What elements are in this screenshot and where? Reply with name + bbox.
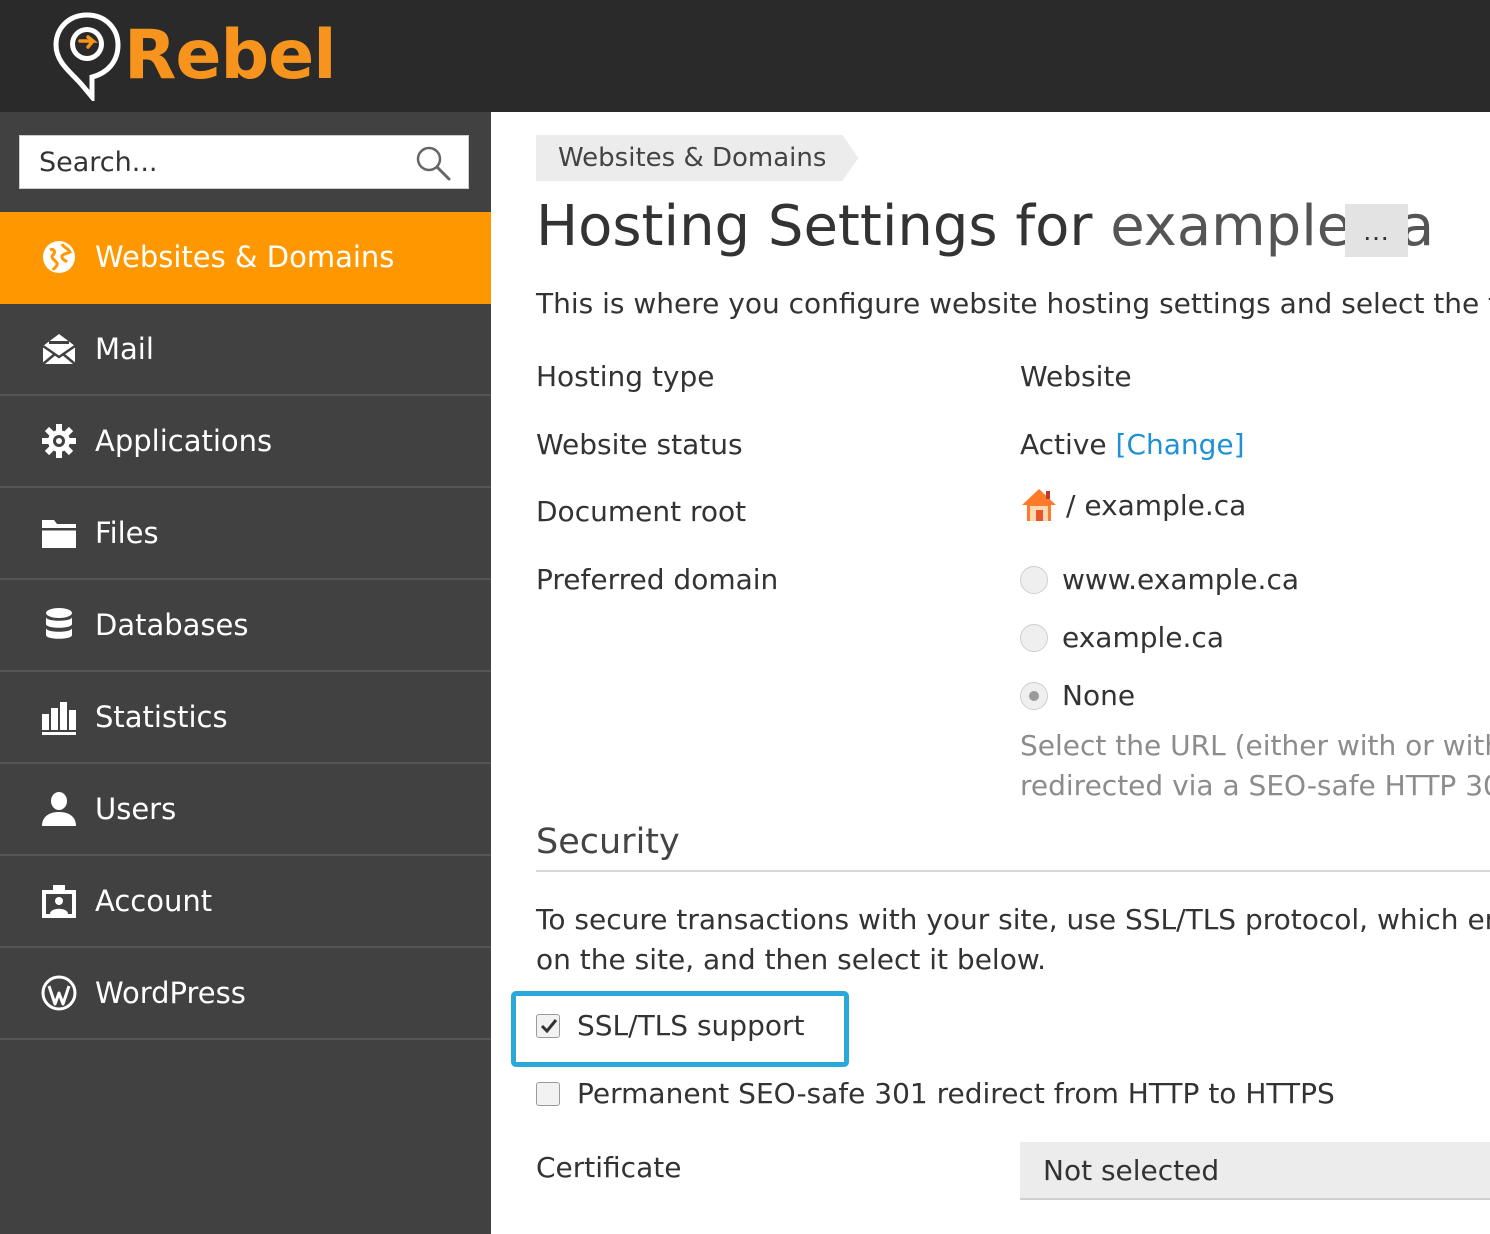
top-bar: Rebel (0, 0, 1490, 112)
radio-option-none[interactable]: None (1020, 679, 1135, 712)
bar-chart-icon (40, 698, 78, 736)
sidebar-item-account[interactable]: Account (0, 856, 491, 948)
wordpress-icon (40, 974, 78, 1012)
hosting-type-label: Hosting type (536, 360, 715, 393)
sidebar-item-label: Users (95, 792, 177, 826)
certificate-label: Certificate (536, 1151, 682, 1184)
document-root-path: / example.ca (1066, 488, 1247, 522)
description-line: To secure transactions with your site, u… (536, 903, 1490, 936)
ssl-support-checkbox[interactable] (536, 1013, 560, 1038)
sidebar-item-label: Applications (95, 424, 273, 458)
https-redirect-option[interactable]: Permanent SEO-safe 301 redirect from HTT… (536, 1077, 1335, 1110)
preferred-domain-label: Preferred domain (536, 563, 779, 596)
preferred-domain-hint: Select the URL (either with or witho red… (1020, 726, 1490, 806)
sidebar-item-users[interactable]: Users (0, 764, 491, 856)
ssl-support-option[interactable]: SSL/TLS support (536, 1009, 804, 1042)
sidebar-item-label: Databases (95, 608, 249, 642)
radio-button[interactable] (1020, 565, 1048, 594)
page-title: Hosting Settings for example.ca (536, 194, 1434, 259)
radio-option-www[interactable]: www.example.ca (1020, 563, 1299, 596)
sidebar-item-applications[interactable]: Applications (0, 396, 491, 488)
home-icon (1020, 486, 1058, 524)
more-actions-button[interactable]: ... (1345, 204, 1408, 257)
website-status-text: Active (1020, 428, 1107, 461)
account-icon (40, 882, 78, 920)
sidebar-item-label: Mail (95, 332, 154, 366)
radio-button[interactable] (1020, 681, 1048, 710)
https-redirect-checkbox[interactable] (536, 1081, 560, 1106)
security-description: To secure transactions with your site, u… (536, 900, 1490, 980)
search-icon[interactable] (414, 144, 452, 182)
breadcrumb[interactable]: Websites & Domains (536, 135, 858, 181)
sidebar-item-wordpress[interactable]: WordPress (0, 948, 491, 1040)
logo-pin-icon (52, 11, 122, 104)
globe-icon (40, 238, 78, 276)
change-status-link[interactable]: [Change] (1116, 428, 1245, 461)
sidebar-item-label: WordPress (95, 976, 246, 1010)
database-icon (40, 606, 78, 644)
radio-label: www.example.ca (1062, 563, 1300, 596)
ssl-support-label: SSL/TLS support (577, 1009, 805, 1042)
user-icon (40, 790, 78, 828)
search-box (19, 135, 469, 189)
sidebar-item-label: Account (95, 884, 213, 918)
brand-name: Rebel (124, 16, 337, 95)
sidebar-nav: Websites & Domains Mail Applications Fil… (0, 212, 491, 1040)
radio-label: example.ca (1062, 621, 1224, 654)
description-line: on the site, and then select it below. (536, 943, 1047, 976)
section-divider (536, 870, 1490, 872)
sidebar-item-label: Websites & Domains (95, 240, 395, 274)
brand-logo[interactable]: Rebel (52, 8, 337, 104)
security-section-title: Security (536, 822, 680, 862)
page-intro: This is where you configure website host… (536, 287, 1490, 320)
sidebar-item-label: Files (95, 516, 159, 550)
sidebar-item-mail[interactable]: Mail (0, 304, 491, 396)
sidebar: Websites & Domains Mail Applications Fil… (0, 112, 491, 1234)
sidebar-item-statistics[interactable]: Statistics (0, 672, 491, 764)
search-input[interactable] (20, 136, 410, 188)
mail-icon (40, 330, 78, 368)
radio-option-non-www[interactable]: example.ca (1020, 621, 1224, 654)
gear-icon (40, 422, 78, 460)
radio-label: None (1062, 679, 1136, 712)
sidebar-item-databases[interactable]: Databases (0, 580, 491, 672)
radio-button[interactable] (1020, 623, 1048, 652)
website-status-label: Website status (536, 428, 743, 461)
sidebar-item-files[interactable]: Files (0, 488, 491, 580)
website-status-value: Active [Change] (1020, 428, 1245, 461)
document-root-value: / example.ca (1020, 486, 1246, 524)
page-title-prefix: Hosting Settings for (536, 194, 1111, 259)
folder-icon (40, 514, 78, 552)
hosting-type-value: Website (1020, 360, 1132, 393)
sidebar-item-websites-domains[interactable]: Websites & Domains (0, 212, 491, 304)
sidebar-item-label: Statistics (95, 700, 228, 734)
document-root-label: Document root (536, 495, 747, 528)
hint-line: redirected via a SEO-safe HTTP 301 (1020, 769, 1490, 802)
certificate-select[interactable]: Not selected (1020, 1142, 1490, 1200)
hint-line: Select the URL (either with or witho (1020, 729, 1490, 762)
https-redirect-label: Permanent SEO-safe 301 redirect from HTT… (577, 1077, 1335, 1110)
main-content: Websites & Domains Hosting Settings for … (491, 112, 1490, 1234)
